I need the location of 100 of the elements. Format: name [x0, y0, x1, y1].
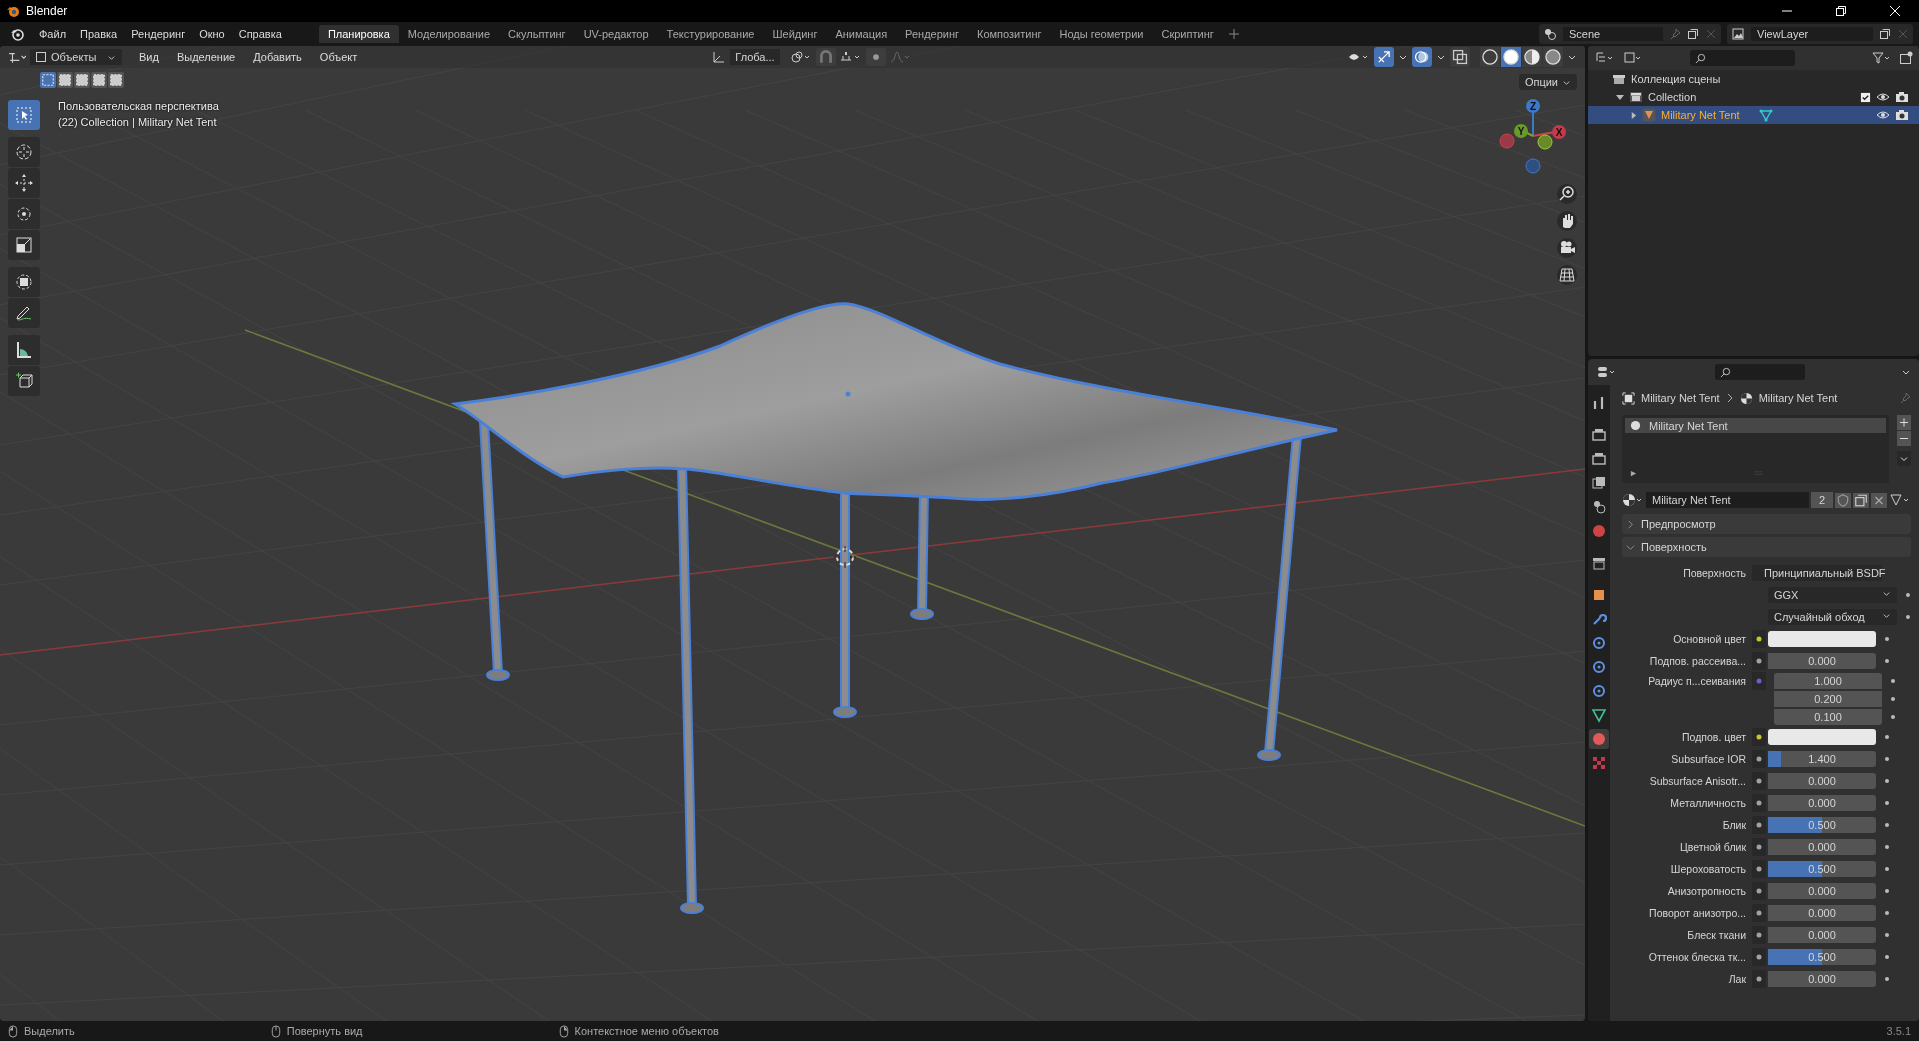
mesh-data-icon[interactable] [1758, 108, 1773, 122]
socket-icon[interactable] [1752, 926, 1766, 944]
value-slider[interactable]: 0.000 [1768, 883, 1876, 899]
outliner-row[interactable]: Military Net Tent [1588, 106, 1919, 124]
keyframe-dot[interactable] [1884, 800, 1890, 806]
keyframe-dot[interactable] [1884, 844, 1890, 850]
workspace-tab[interactable]: UV-редактор [574, 25, 658, 43]
socket-icon[interactable] [1752, 652, 1766, 670]
socket-icon[interactable] [1752, 728, 1766, 746]
keyframe-dot[interactable] [1884, 778, 1890, 784]
shield-icon[interactable] [1835, 492, 1851, 508]
workspace-tab[interactable]: Скриптинг [1152, 25, 1223, 43]
value-slider[interactable]: 0.500 [1768, 949, 1876, 965]
dropdown[interactable]: Случайный обход [1768, 609, 1898, 625]
view-layer-name[interactable]: ViewLayer [1751, 27, 1873, 41]
workspace-tab[interactable]: Скульптинг [499, 25, 575, 43]
socket-icon[interactable] [1752, 794, 1766, 812]
link-mode-icon[interactable] [1889, 493, 1911, 507]
mode-dropdown[interactable]: Объекты [30, 49, 122, 65]
keyframe-dot[interactable] [1884, 866, 1890, 872]
orientation-dropdown[interactable]: Глоба... [730, 49, 780, 65]
3d-cursor-icon[interactable] [833, 545, 857, 569]
expand-icon[interactable] [1630, 470, 1637, 477]
material-tab-icon[interactable] [1589, 729, 1609, 749]
select-tool-icon[interactable] [8, 100, 40, 130]
value-slider[interactable]: 0.000 [1768, 905, 1876, 921]
workspace-tab[interactable]: Ноды геометрии [1050, 25, 1153, 43]
snap-icon[interactable] [839, 50, 862, 64]
move-tool-icon[interactable] [8, 168, 40, 198]
options-dropdown[interactable]: Опции [1518, 74, 1577, 90]
menu-item[interactable]: Вид [132, 51, 166, 63]
copy-icon[interactable] [1879, 28, 1891, 40]
keyframe-dot[interactable] [1905, 614, 1911, 620]
keyframe-dot[interactable] [1890, 696, 1896, 702]
keyframe-dot[interactable] [1884, 954, 1890, 960]
dropdown[interactable]: GGX [1768, 587, 1898, 603]
scene-name[interactable]: Scene [1563, 27, 1663, 41]
expand-toggle-icon[interactable] [1630, 111, 1637, 119]
keyframe-dot[interactable] [1884, 910, 1890, 916]
number-field[interactable]: 0.200 [1774, 691, 1882, 707]
workspace-tab[interactable]: Текстурирование [657, 25, 764, 43]
value-slider[interactable]: 0.500 [1768, 861, 1876, 877]
number-field[interactable]: 1.000 [1774, 673, 1882, 689]
new-collection-icon[interactable] [1899, 51, 1913, 65]
menu-item[interactable]: Справка [231, 28, 289, 40]
cursor-tool-icon[interactable] [8, 137, 40, 167]
search-field[interactable] [1714, 364, 1805, 380]
keyframe-dot[interactable] [1884, 888, 1890, 894]
eye-icon[interactable] [1876, 110, 1890, 120]
value-slider[interactable]: 0.000 [1768, 839, 1876, 855]
panel-header[interactable]: Предпросмотр [1622, 514, 1911, 534]
value-slider[interactable]: 0.000 [1768, 653, 1876, 669]
keyframe-dot[interactable] [1884, 756, 1890, 762]
measure-tool-icon[interactable] [8, 335, 40, 365]
menu-item[interactable]: Добавить [246, 51, 309, 63]
socket-icon[interactable] [1752, 772, 1766, 790]
value-slider[interactable]: 0.000 [1768, 971, 1876, 987]
keyframe-dot[interactable] [1884, 932, 1890, 938]
add-slot-icon[interactable] [1897, 415, 1911, 430]
tree-item[interactable]: Military Net Tent [1661, 109, 1740, 121]
keyframe-dot[interactable] [1884, 636, 1890, 642]
blender-logo-icon[interactable] [10, 27, 24, 41]
value-slider[interactable]: 0.500 [1768, 817, 1876, 833]
workspace-tab[interactable]: Планировка [318, 25, 399, 43]
material-name-field[interactable]: Military Net Tent [1646, 492, 1809, 508]
shading-mode-icon[interactable] [1480, 47, 1500, 67]
copy-icon[interactable] [1687, 28, 1699, 40]
number-field[interactable]: 0.100 [1774, 709, 1882, 725]
menu-item[interactable]: Выделение [169, 51, 243, 63]
scale-tool-icon[interactable] [8, 230, 40, 260]
navigation-gizmo[interactable]: Z Y X [1493, 96, 1573, 176]
keyframe-dot[interactable] [1884, 658, 1890, 664]
workspace-tab[interactable]: Моделирование [398, 25, 500, 43]
selection-mode-icon[interactable] [74, 72, 90, 88]
socket-icon[interactable] [1752, 838, 1766, 856]
caret-icon[interactable] [1897, 451, 1911, 466]
add-icon[interactable] [1228, 29, 1239, 39]
color-swatch[interactable] [1768, 631, 1876, 647]
value-slider[interactable]: 0.000 [1768, 795, 1876, 811]
restore-icon[interactable] [1835, 5, 1847, 17]
socket-icon[interactable] [1752, 816, 1766, 834]
workspace-tab[interactable]: Рендеринг [896, 25, 969, 43]
transform-tool-icon[interactable] [8, 267, 40, 297]
workspace-tab[interactable]: Анимация [826, 25, 897, 43]
camera-icon[interactable] [1895, 91, 1909, 103]
menu-item[interactable]: Рендеринг [124, 28, 193, 40]
color-swatch[interactable] [1768, 729, 1876, 745]
rotate-tool-icon[interactable] [8, 199, 40, 229]
socket-icon[interactable] [1752, 970, 1766, 988]
add-cube-tool-icon[interactable] [8, 366, 40, 396]
value-slider[interactable]: 0.000 [1768, 773, 1876, 789]
search-field[interactable] [1690, 50, 1795, 66]
selection-mode-icon[interactable] [40, 72, 56, 88]
expand-toggle-icon[interactable] [1616, 93, 1624, 101]
keyframe-dot[interactable] [1884, 976, 1890, 982]
remove-slot-icon[interactable] [1897, 431, 1911, 446]
proportional-icon[interactable] [865, 48, 886, 66]
xray-icon[interactable] [1450, 47, 1470, 67]
socket-icon[interactable] [1752, 948, 1766, 966]
keyframe-dot[interactable] [1890, 678, 1896, 684]
